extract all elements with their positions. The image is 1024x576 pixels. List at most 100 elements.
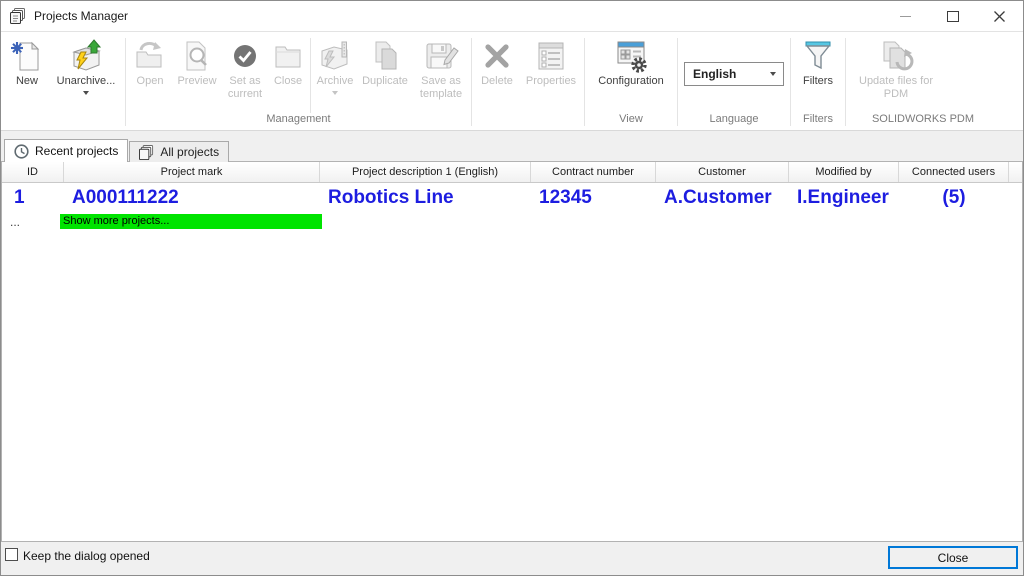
cell-id[interactable]: 1 (2, 187, 64, 209)
set-as-current-label: Set as current (222, 75, 268, 100)
column-header-contract-number[interactable]: Contract number (531, 162, 656, 182)
close-window-button[interactable] (976, 1, 1023, 31)
preview-button[interactable]: Preview (172, 32, 222, 113)
language-selected-value: English (685, 67, 736, 81)
new-button[interactable]: New (5, 32, 49, 113)
properties-button[interactable]: Properties (520, 32, 582, 113)
new-document-icon (10, 37, 44, 75)
delete-icon (482, 37, 512, 75)
window-controls (882, 1, 1023, 31)
unarchive-icon (68, 37, 104, 75)
preview-button-label: Preview (177, 75, 216, 88)
properties-button-label: Properties (526, 75, 576, 88)
view-group-label: View (587, 113, 675, 130)
close-project-label: Close (274, 75, 302, 88)
update-files-button[interactable]: Update files for PDM (848, 32, 944, 113)
save-as-template-label: Save as template (413, 75, 469, 100)
keep-open-checkbox[interactable] (5, 548, 18, 561)
close-project-button[interactable]: Close (268, 32, 308, 113)
pdm-group-label: SOLIDWORKS PDM (848, 113, 998, 130)
ribbon-group-pdm: Update files for PDM SOLIDWORKS PDM (848, 32, 998, 130)
unarchive-button[interactable]: Unarchive... (49, 32, 123, 113)
ribbon-group-project: New Unarchive... (5, 32, 123, 130)
archive-button-label: Archive (317, 75, 354, 88)
keep-open-label: Keep the dialog opened (23, 549, 150, 563)
configuration-button[interactable]: Configuration (587, 32, 675, 113)
cell-description[interactable]: Robotics Line (320, 187, 531, 209)
cell-customer[interactable]: A.Customer (656, 187, 789, 209)
ribbon-separator (471, 38, 472, 126)
column-header-customer[interactable]: Customer (656, 162, 789, 182)
ribbon-separator (584, 38, 585, 126)
open-icon (133, 37, 167, 75)
projects-manager-window: Projects Manager (0, 0, 1024, 576)
delete-button-label: Delete (481, 75, 513, 88)
column-header-project-mark[interactable]: Project mark (64, 162, 320, 182)
chevron-down-icon (332, 91, 338, 95)
ribbon-separator (310, 38, 311, 113)
ribbon-group-language: English Language (680, 32, 788, 130)
filters-icon (801, 37, 835, 75)
cell-contract-number[interactable]: 12345 (531, 187, 656, 209)
column-header-modified-by[interactable]: Modified by (789, 162, 899, 182)
configuration-button-label: Configuration (598, 75, 663, 88)
close-icon (993, 10, 1006, 23)
ribbon-toolbar: New Unarchive... (1, 32, 1023, 131)
new-button-label: New (16, 75, 38, 88)
filters-button[interactable]: Filters (793, 32, 843, 113)
ribbon-group-management: Open Preview (128, 32, 469, 130)
language-select[interactable]: English (684, 62, 784, 86)
management-group-label: Management (128, 113, 469, 130)
recent-projects-icon (14, 144, 29, 159)
preview-icon (180, 37, 214, 75)
ribbon-separator (790, 38, 791, 126)
ribbon-group-filters: Filters Filters (793, 32, 843, 130)
table-row[interactable]: 1 A000111222 Robotics Line 12345 A.Custo… (2, 183, 1022, 213)
column-header-description[interactable]: Project description 1 (English) (320, 162, 531, 182)
close-dialog-button[interactable]: Close (888, 546, 1018, 569)
close-folder-icon (271, 37, 305, 75)
set-as-current-button[interactable]: Set as current (222, 32, 268, 113)
delete-button[interactable]: Delete (474, 32, 520, 113)
duplicate-button[interactable]: Duplicate (357, 32, 413, 113)
projects-grid: ID Project mark Project description 1 (E… (1, 161, 1023, 542)
all-projects-icon (139, 145, 154, 160)
tab-strip: Recent projects All projects (4, 139, 229, 162)
ribbon-group-view: Configuration View (587, 32, 675, 130)
show-more-row[interactable]: ... Show more projects... (2, 213, 1022, 230)
tab-recent-label: Recent projects (35, 144, 118, 158)
cell-modified-by[interactable]: I.Engineer (789, 187, 899, 209)
ribbon-separator (677, 38, 678, 126)
ribbon-group-edit: Delete (474, 32, 582, 130)
show-more-ellipsis: ... (2, 215, 64, 229)
minimize-button[interactable] (882, 1, 929, 31)
filters-group-label: Filters (793, 113, 843, 130)
tab-recent-projects[interactable]: Recent projects (4, 139, 128, 162)
archive-button[interactable]: Archive (313, 32, 357, 113)
cell-project-mark[interactable]: A000111222 (64, 187, 320, 209)
chevron-down-icon (83, 91, 89, 95)
open-button[interactable]: Open (128, 32, 172, 113)
unarchive-button-label: Unarchive... (57, 75, 116, 88)
column-header-id[interactable]: ID (2, 162, 64, 182)
cell-connected-users[interactable]: (5) (899, 187, 1009, 209)
tab-all-label: All projects (160, 145, 219, 159)
set-as-current-icon (232, 37, 258, 75)
column-header-connected-users[interactable]: Connected users (899, 162, 1009, 182)
update-files-label: Update files for PDM (848, 75, 944, 100)
column-header-filler (1009, 162, 1022, 182)
app-icon (10, 8, 26, 24)
ribbon-group-label (5, 113, 123, 130)
duplicate-icon (368, 37, 402, 75)
show-more-projects-link[interactable]: Show more projects... (60, 214, 322, 229)
maximize-button[interactable] (929, 1, 976, 31)
duplicate-button-label: Duplicate (362, 75, 408, 88)
archive-icon (318, 37, 352, 75)
footer-bar: Keep the dialog opened Close (1, 542, 1023, 575)
minimize-icon (900, 16, 911, 17)
save-as-template-icon (423, 37, 459, 75)
open-button-label: Open (137, 75, 164, 88)
tab-all-projects[interactable]: All projects (129, 141, 229, 162)
properties-icon (535, 37, 567, 75)
save-as-template-button[interactable]: Save as template (413, 32, 469, 113)
